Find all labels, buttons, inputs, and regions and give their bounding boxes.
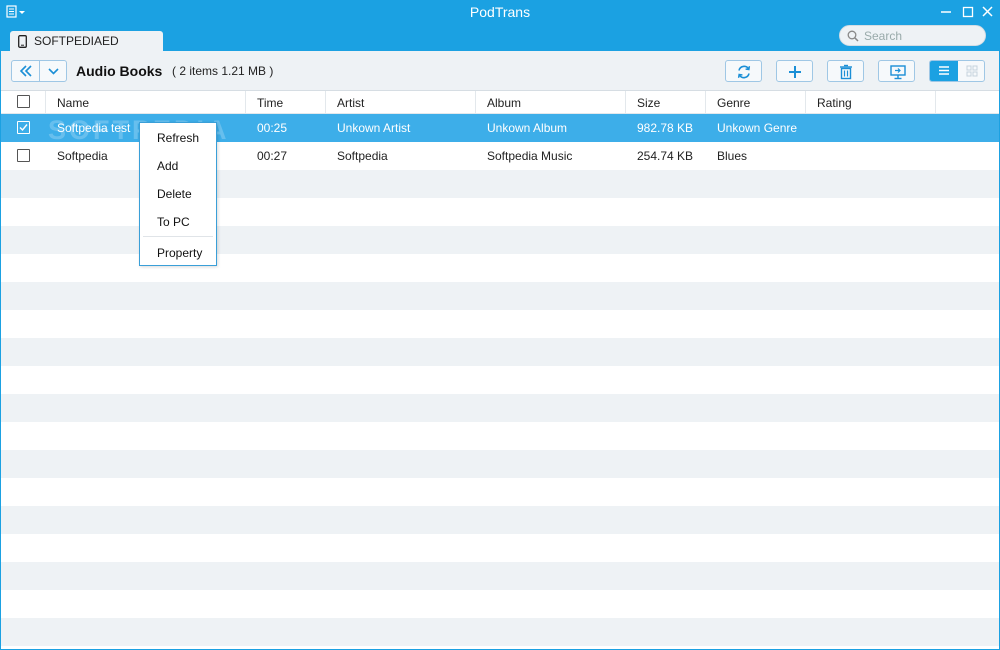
- to-pc-button[interactable]: [878, 60, 915, 82]
- maximize-icon[interactable]: [958, 3, 978, 21]
- refresh-icon: [737, 65, 751, 79]
- title-bar: PodTrans: [0, 0, 1000, 25]
- view-toggle: [929, 60, 985, 82]
- device-name: SOFTPEDIAED: [34, 34, 119, 48]
- search-icon: [847, 30, 859, 45]
- column-header-genre[interactable]: Genre: [706, 91, 806, 113]
- list-view-icon[interactable]: [930, 61, 958, 81]
- menu-divider: [143, 236, 213, 237]
- to-pc-icon: [890, 65, 906, 80]
- device-bar: SOFTPEDIAED: [0, 25, 1000, 51]
- row-checkbox[interactable]: [17, 149, 30, 162]
- column-header-size[interactable]: Size: [626, 91, 706, 113]
- toolbar: Audio Books ( 2 items 1.21 MB ): [0, 51, 1000, 91]
- back-icon[interactable]: [12, 61, 39, 81]
- menu-item-delete[interactable]: Delete: [140, 180, 216, 206]
- track-genre: Blues: [717, 149, 748, 163]
- chevron-down-icon[interactable]: [40, 61, 67, 81]
- close-icon[interactable]: [978, 3, 998, 21]
- add-icon: [789, 66, 801, 78]
- select-all-column: [0, 91, 46, 113]
- column-header-album[interactable]: Album: [476, 91, 626, 113]
- track-genre: Unkown Genre: [717, 121, 798, 135]
- menu-item-property[interactable]: Property: [140, 239, 216, 265]
- track-artist: Softpedia: [337, 149, 388, 163]
- column-header-time[interactable]: Time: [246, 91, 326, 113]
- empty-row: [0, 282, 1000, 310]
- column-header-artist[interactable]: Artist: [326, 91, 476, 113]
- empty-row: [0, 394, 1000, 422]
- device-tab[interactable]: SOFTPEDIAED: [10, 31, 163, 51]
- search-box[interactable]: [839, 25, 986, 46]
- track-album: Softpedia Music: [487, 149, 573, 163]
- item-count: ( 2 items 1.21 MB ): [172, 64, 274, 78]
- phone-icon: [18, 35, 27, 51]
- track-artist: Unkown Artist: [337, 121, 411, 135]
- track-name: Softpedia: [57, 149, 108, 163]
- menu-item-to-pc[interactable]: To PC: [140, 208, 216, 234]
- track-time: 00:27: [257, 149, 288, 163]
- column-header-name[interactable]: Name: [46, 91, 246, 113]
- empty-row: [0, 338, 1000, 366]
- select-all-checkbox[interactable]: [17, 95, 30, 108]
- empty-row: [0, 506, 1000, 534]
- menu-item-refresh[interactable]: Refresh: [140, 124, 216, 150]
- column-header-rating[interactable]: Rating: [806, 91, 936, 113]
- track-time: 00:25: [257, 121, 288, 135]
- search-input[interactable]: [864, 28, 979, 44]
- minimize-icon[interactable]: [936, 3, 956, 21]
- nav-group: [11, 60, 67, 82]
- section-title: Audio Books: [76, 63, 163, 79]
- window-title: PodTrans: [469, 4, 531, 20]
- table-header: Name Time Artist Album Size Genre Rating: [0, 91, 1000, 114]
- track-album: Unkown Album: [487, 121, 568, 135]
- empty-row: [0, 562, 1000, 590]
- track-size: 982.78 KB: [637, 121, 694, 135]
- grid-view-icon[interactable]: [958, 61, 984, 81]
- delete-icon: [840, 64, 852, 80]
- track-size: 254.74 KB: [637, 149, 694, 163]
- row-checkbox[interactable]: [17, 121, 30, 134]
- menu-item-add[interactable]: Add: [140, 152, 216, 178]
- empty-row: [0, 450, 1000, 478]
- track-name: Softpedia test: [57, 121, 131, 135]
- empty-row: [0, 618, 1000, 646]
- refresh-button[interactable]: [725, 60, 762, 82]
- delete-button[interactable]: [827, 60, 864, 82]
- context-menu: Refresh Add Delete To PC Property: [139, 122, 217, 266]
- add-button[interactable]: [776, 60, 813, 82]
